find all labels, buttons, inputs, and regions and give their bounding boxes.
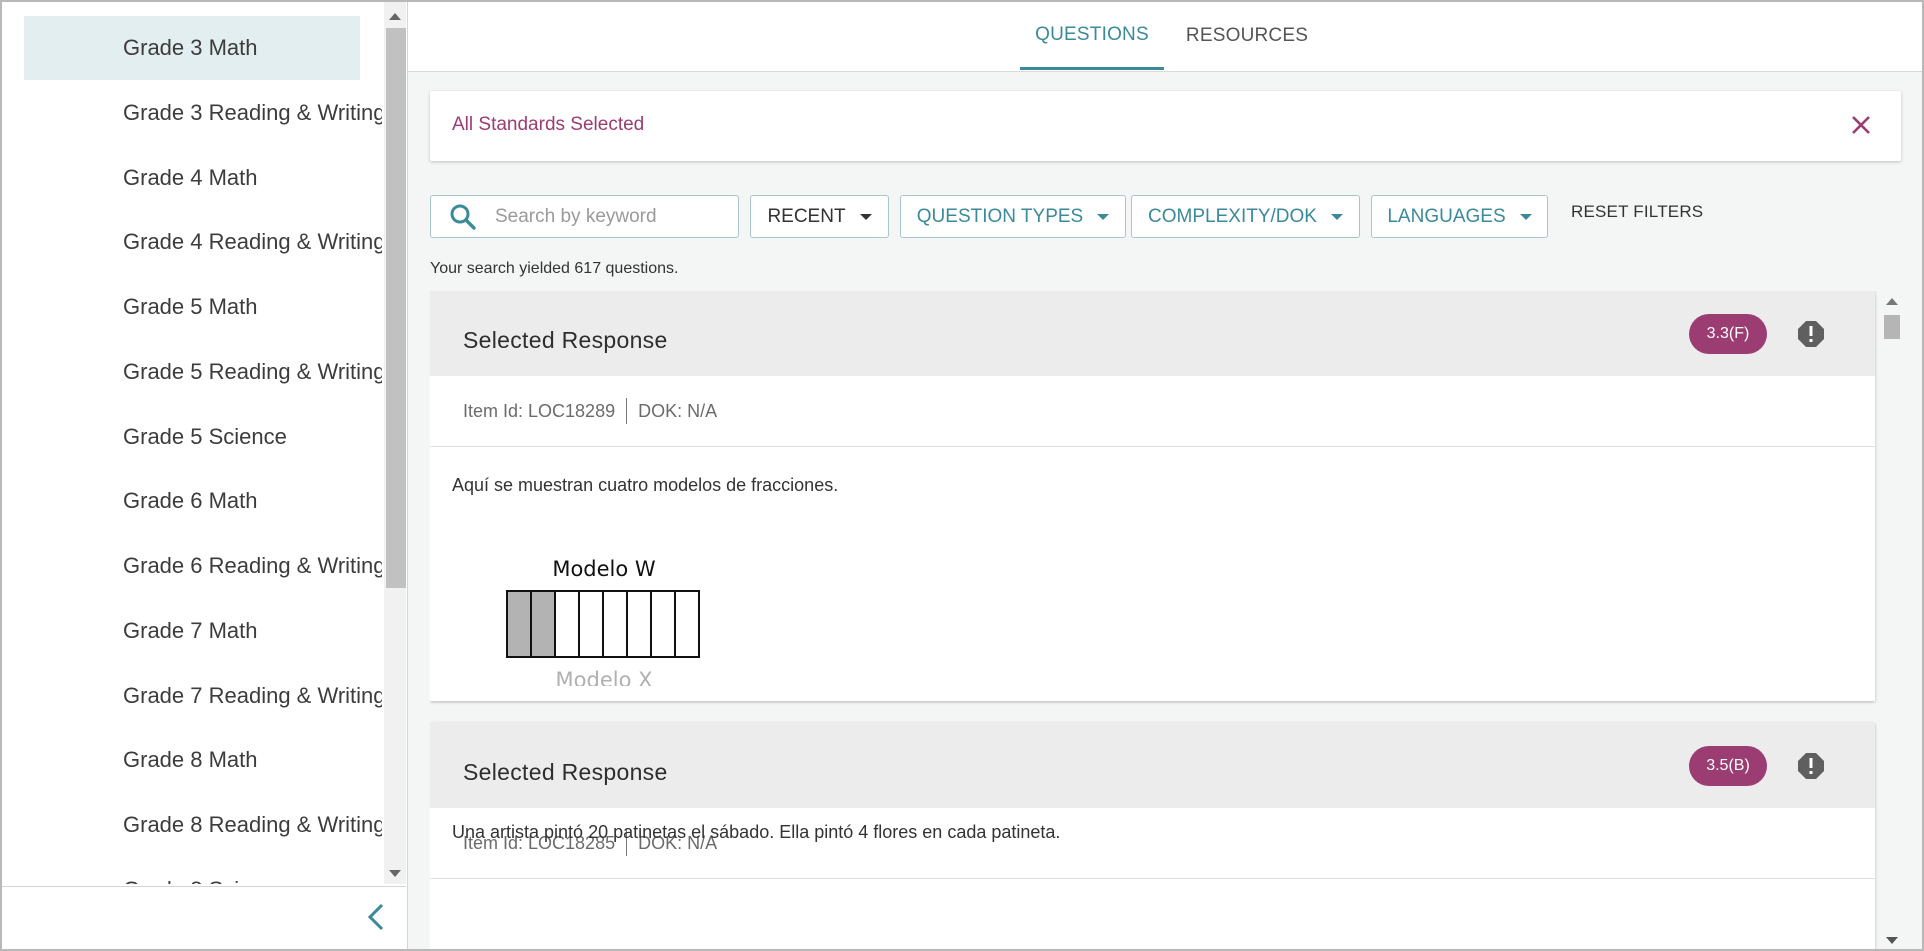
question-card[interactable]: Selected Response 3.3(F) Item Id: LOC182… — [430, 291, 1875, 701]
sidebar-item-grade-5-science[interactable]: Grade 5 Science — [24, 405, 360, 469]
model-w-unshaded-part — [602, 590, 628, 658]
model-x-label: Modelo X — [556, 668, 653, 686]
languages-filter-button[interactable]: LANGUAGES — [1371, 195, 1548, 238]
tab-questions[interactable]: QUESTIONS — [1020, 2, 1164, 70]
reset-filters-button[interactable]: RESET FILTERS — [1571, 202, 1703, 232]
model-w-shaded-part — [530, 590, 556, 658]
results-list: Selected Response 3.3(F) Item Id: LOC182… — [430, 291, 1922, 949]
sidebar-scrollbar-thumb[interactable] — [386, 28, 406, 588]
model-w-unshaded-part — [674, 590, 700, 658]
search-input[interactable] — [495, 205, 725, 228]
sidebar-item-grade-8-science[interactable]: Grade 8 Sci... — [24, 858, 360, 884]
complexity-filter-label: COMPLEXITY/DOK — [1148, 205, 1317, 227]
tabs-bar: QUESTIONS RESOURCES — [408, 2, 1922, 72]
clear-standards-button[interactable] — [1845, 109, 1877, 141]
search-box — [430, 195, 739, 238]
results-scroll-down-icon[interactable] — [1886, 937, 1898, 944]
search-results-summary: Your search yielded 617 questions. — [430, 260, 679, 277]
question-type-title: Selected Response — [463, 327, 668, 353]
sidebar-item-grade-5-reading-writing[interactable]: Grade 5 Reading & Writing — [24, 340, 382, 404]
question-meta: Item Id: LOC18285 DOK: N/A — [430, 808, 1875, 879]
results-scrollbar-thumb[interactable] — [1884, 315, 1900, 339]
question-card-header: Selected Response 3.3(F) — [430, 291, 1875, 376]
sidebar-item-grade-6-math[interactable]: Grade 6 Math — [24, 469, 360, 533]
scroll-down-arrow-icon[interactable] — [389, 870, 401, 877]
sidebar-footer — [2, 886, 406, 949]
search-icon — [450, 204, 476, 230]
results-scroll-up-icon[interactable] — [1886, 298, 1898, 305]
standards-label: All Standards Selected — [452, 114, 645, 135]
report-alert-icon[interactable] — [1797, 320, 1825, 348]
standard-badge[interactable]: 3.5(B) — [1689, 746, 1767, 786]
sidebar-item-grade-3-reading-writing[interactable]: Grade 3 Reading & Writing — [24, 81, 382, 145]
collapse-sidebar-button[interactable] — [358, 897, 394, 937]
question-types-filter-label: QUESTION TYPES — [916, 205, 1084, 227]
sidebar-item-grade-3-math[interactable]: Grade 3 Math — [24, 16, 360, 80]
complexity-filter-button[interactable]: COMPLEXITY/DOK — [1131, 195, 1360, 238]
sidebar-item-grade-7-math[interactable]: Grade 7 Math — [24, 599, 360, 663]
languages-filter-label: LANGUAGES — [1387, 205, 1506, 227]
question-prompt: Aquí se muestran cuatro modelos de fracc… — [452, 475, 839, 495]
app-window: Grade 3 Math Grade 3 Reading & Writing G… — [0, 0, 1924, 951]
question-types-filter-button[interactable]: QUESTION TYPES — [900, 195, 1126, 238]
sidebar-item-grade-8-reading-writing[interactable]: Grade 8 Reading & Writing — [24, 793, 382, 857]
caret-down-icon — [1097, 213, 1110, 220]
model-w-bar — [506, 590, 700, 658]
sidebar-item-grade-5-math[interactable]: Grade 5 Math — [24, 275, 360, 339]
caret-down-icon — [859, 213, 872, 220]
recent-filter-button[interactable]: RECENT — [750, 195, 889, 238]
question-meta: Item Id: LOC18289 DOK: N/A — [430, 376, 1875, 447]
meta-separator — [626, 398, 628, 424]
chevron-left-icon — [367, 903, 384, 931]
question-prompt: Una artista pintó 20 patinetas el sábado… — [452, 822, 1061, 842]
standards-selection-card: All Standards Selected — [430, 91, 1901, 161]
model-w-unshaded-part — [650, 590, 676, 658]
results-scrollbar-track[interactable] — [1880, 291, 1902, 949]
sidebar-list: Grade 3 Math Grade 3 Reading & Writing G… — [2, 2, 382, 884]
model-w-unshaded-part — [554, 590, 580, 658]
recent-filter-label: RECENT — [767, 205, 846, 227]
sidebar-item-grade-8-math[interactable]: Grade 8 Math — [24, 728, 360, 792]
dok-level: DOK: N/A — [638, 400, 718, 421]
report-alert-icon[interactable] — [1797, 752, 1825, 780]
sidebar: Grade 3 Math Grade 3 Reading & Writing G… — [2, 2, 408, 949]
close-icon — [1852, 116, 1870, 134]
question-card-header: Selected Response 3.5(B) — [430, 723, 1875, 808]
model-w-unshaded-part — [626, 590, 652, 658]
question-type-title: Selected Response — [463, 759, 668, 785]
model-w-shaded-part — [506, 590, 532, 658]
scroll-up-arrow-icon[interactable] — [389, 13, 401, 20]
main-content: QUESTIONS RESOURCES All Standards Select… — [408, 2, 1922, 949]
sidebar-item-grade-6-reading-writing[interactable]: Grade 6 Reading & Writing — [24, 534, 382, 598]
caret-down-icon — [1519, 213, 1532, 220]
caret-down-icon — [1330, 213, 1343, 220]
standard-badge[interactable]: 3.3(F) — [1689, 314, 1767, 354]
sidebar-item-grade-4-math[interactable]: Grade 4 Math — [24, 146, 360, 210]
model-w-unshaded-part — [578, 590, 604, 658]
model-w-label: Modelo W — [552, 557, 656, 581]
sidebar-item-grade-7-reading-writing[interactable]: Grade 7 Reading & Writing — [24, 664, 382, 728]
item-id: Item Id: LOC18289 — [463, 400, 616, 421]
fraction-model-figure: Modelo W Modelo X — [506, 557, 700, 686]
sidebar-item-grade-4-reading-writing[interactable]: Grade 4 Reading & Writing — [24, 210, 382, 274]
tab-resources[interactable]: RESOURCES — [1172, 2, 1322, 70]
question-card[interactable]: Selected Response 3.5(B) Item Id: LOC182… — [430, 723, 1875, 949]
